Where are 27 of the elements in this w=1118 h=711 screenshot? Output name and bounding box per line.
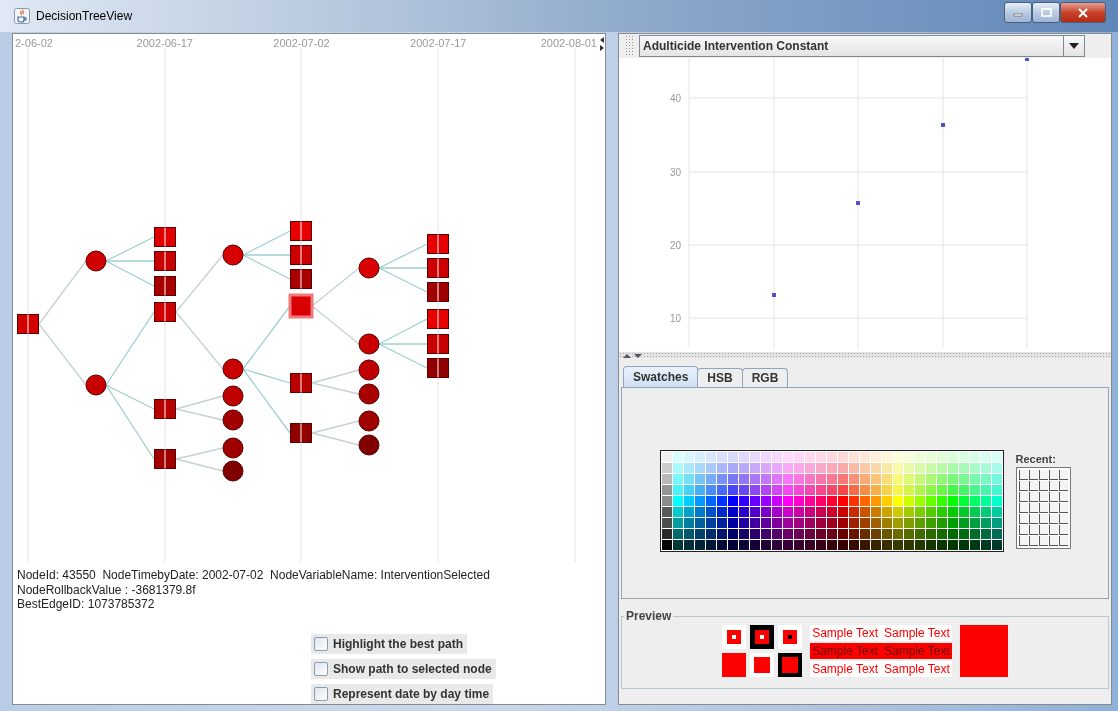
sample-text: Sample Text <box>884 644 950 658</box>
sample-text: Sample Text <box>812 626 878 640</box>
date-label: 2002-08-01 <box>540 37 597 49</box>
checkbox-label[interactable]: Highlight the best path <box>333 636 463 651</box>
tab[interactable]: RGB <box>741 368 789 387</box>
tab[interactable]: Swatches <box>623 366 699 387</box>
sample-text: Sample Text <box>812 644 878 658</box>
preview-title: Preview <box>625 609 673 623</box>
sample-text: Sample Text <box>812 662 878 676</box>
variable-dropdown[interactable]: Adulticide Intervention Constant <box>639 35 1085 57</box>
y-axis-label: 20 <box>669 240 681 251</box>
node-info-text: NodeRollbackValue : -3681379.8f <box>17 582 196 597</box>
date-label: 2002-07-02 <box>273 37 330 49</box>
y-axis-label: 30 <box>669 167 681 178</box>
sample-text: Sample Text <box>884 662 950 676</box>
node-info-text: NodeId: 43550 NodeTimebyDate: 2002-07-02 NodeVariableName: InterventionSelected <box>17 568 490 583</box>
node-info-text: BestEdgeID: 1073785372 <box>17 597 155 612</box>
y-axis-label: 10 <box>669 313 681 324</box>
checkbox-label[interactable]: Show path to selected node <box>333 661 492 676</box>
date-label: 2002-06-17 <box>136 37 193 49</box>
date-label: 2-06-02 <box>15 37 53 49</box>
date-label: 2002-07-17 <box>410 37 467 49</box>
recent-label: Recent: <box>1015 453 1057 465</box>
window-title: DecisionTreeView <box>36 9 134 23</box>
checkbox-label[interactable]: Represent date by day time <box>333 686 490 701</box>
y-axis-label: 40 <box>669 93 681 104</box>
sample-text: Sample Text <box>884 626 950 640</box>
